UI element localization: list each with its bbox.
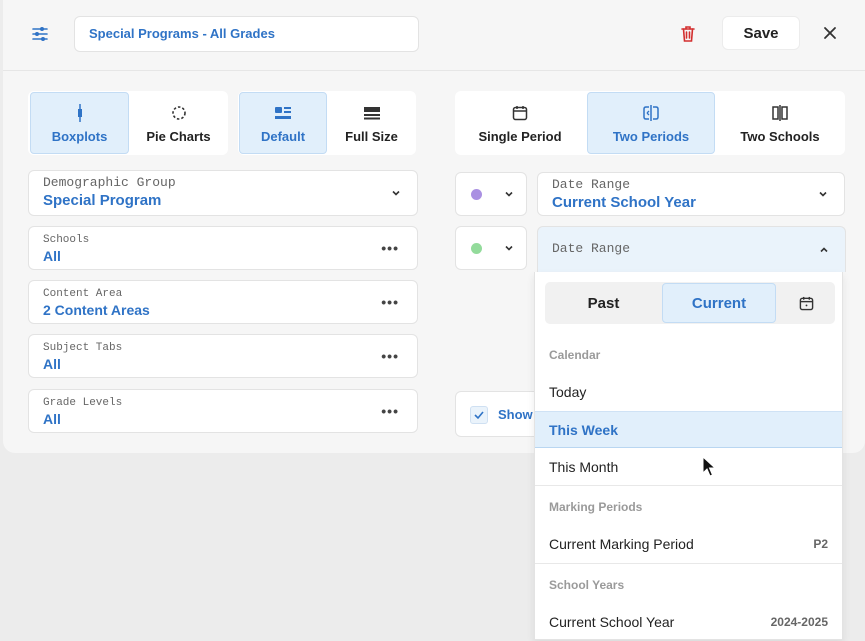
schools-label: Schools: [43, 234, 90, 246]
option-today-label: Today: [549, 384, 587, 400]
schools-field[interactable]: Schools All •••: [28, 226, 418, 270]
close-icon[interactable]: [823, 26, 837, 40]
tab-current-label: Current: [691, 294, 747, 312]
content-area-field[interactable]: Content Area 2 Content Areas •••: [28, 280, 418, 324]
pie-charts-label: Pie Charts: [146, 128, 211, 144]
pie-charts-option[interactable]: Pie Charts: [129, 92, 228, 154]
report-title-input[interactable]: Special Programs - All Grades: [74, 16, 419, 52]
option-current-school-year-label: Current School Year: [549, 614, 675, 630]
calendar-heading: Calendar: [549, 348, 601, 362]
save-button[interactable]: Save: [722, 16, 800, 50]
demographic-group-value: Special Program: [43, 192, 162, 209]
two-periods-label: Two Periods: [612, 128, 690, 144]
full-size-icon: [363, 103, 381, 123]
option-this-week-label: This Week: [549, 421, 618, 438]
school-years-heading: School Years: [549, 578, 625, 592]
more-icon[interactable]: •••: [381, 294, 399, 310]
more-icon[interactable]: •••: [381, 240, 399, 256]
period-1-date-range[interactable]: Date Range Current School Year: [537, 172, 845, 216]
content-area-value: 2 Content Areas: [43, 302, 150, 318]
single-period-label: Single Period: [478, 128, 562, 144]
option-this-month[interactable]: This Month: [535, 448, 842, 485]
more-icon[interactable]: •••: [381, 348, 399, 364]
grade-levels-field[interactable]: Grade Levels All •••: [28, 389, 418, 433]
default-layout-icon: [274, 103, 292, 123]
divider: [535, 485, 842, 486]
calendar-icon: [799, 296, 813, 310]
subject-tabs-label: Subject Tabs: [43, 342, 123, 354]
header-divider: [3, 70, 865, 71]
tab-custom-calendar[interactable]: [777, 282, 835, 324]
school-year-value: 2024-2025: [770, 615, 828, 629]
option-current-school-year[interactable]: Current School Year 2024-2025: [535, 604, 842, 640]
boxplots-option[interactable]: Boxplots: [30, 92, 129, 154]
period-2-date-range[interactable]: Date Range: [537, 226, 846, 272]
chevron-down-icon: [392, 190, 400, 196]
period-tabs: Past Current: [545, 282, 835, 324]
color-dot-icon: [471, 189, 482, 200]
option-this-month-label: This Month: [549, 458, 619, 475]
subject-tabs-field[interactable]: Subject Tabs All •••: [28, 334, 418, 378]
filter-settings-icon[interactable]: [31, 26, 49, 42]
chart-type-selector: Boxplots Pie Charts: [28, 91, 228, 155]
date-range-label: Date Range: [552, 177, 631, 192]
date-range-dropdown: Past Current Calendar Today This Week Th…: [534, 272, 843, 640]
delete-icon[interactable]: [680, 25, 696, 43]
comparison-selector: Single Period Two Periods Two Schools: [455, 91, 845, 155]
marking-periods-heading: Marking Periods: [549, 500, 643, 514]
split-compare-icon: [642, 103, 660, 123]
calendar-icon: [512, 103, 528, 123]
tab-past[interactable]: Past: [545, 282, 662, 324]
tab-past-label: Past: [587, 294, 620, 312]
period-1-color-picker[interactable]: [455, 172, 527, 216]
mouse-cursor-icon: [702, 455, 718, 478]
date-range-label: Date Range: [552, 241, 631, 256]
two-schools-option[interactable]: Two Schools: [716, 92, 844, 154]
boxplot-icon: [75, 103, 85, 123]
tab-current[interactable]: Current: [662, 283, 776, 323]
chevron-up-icon: [820, 246, 828, 252]
show-option-row[interactable]: Show: [455, 391, 545, 437]
two-periods-option[interactable]: Two Periods: [587, 92, 715, 154]
schools-value: All: [43, 248, 61, 264]
default-size-label: Default: [260, 128, 306, 144]
divider: [535, 563, 842, 564]
chevron-down-icon: [819, 191, 827, 197]
grade-levels-value: All: [43, 411, 61, 427]
size-mode-selector: Default Full Size: [238, 91, 416, 155]
pie-chart-icon: [171, 103, 187, 123]
subject-tabs-value: All: [43, 356, 61, 372]
option-this-week[interactable]: This Week: [535, 411, 842, 448]
content-area-label: Content Area: [43, 288, 123, 300]
grade-levels-label: Grade Levels: [43, 397, 123, 409]
single-period-option[interactable]: Single Period: [456, 92, 584, 154]
option-current-marking-label: Current Marking Period: [549, 536, 694, 552]
date-range-value: Current School Year: [552, 194, 696, 211]
chevron-down-icon: [505, 191, 513, 197]
boxplots-label: Boxplots: [51, 128, 108, 144]
full-size-label: Full Size: [345, 128, 398, 144]
color-dot-icon: [471, 243, 482, 254]
save-label: Save: [743, 24, 779, 42]
two-schools-label: Two Schools: [740, 128, 820, 144]
marking-period-code: P2: [813, 537, 828, 551]
full-size-option[interactable]: Full Size: [327, 92, 416, 154]
demographic-group-label: Demographic Group: [43, 175, 176, 190]
more-icon[interactable]: •••: [381, 403, 399, 419]
demographic-group-select[interactable]: Demographic Group Special Program: [28, 170, 418, 216]
option-today[interactable]: Today: [535, 374, 842, 410]
show-checkbox[interactable]: [470, 406, 488, 424]
compare-schools-icon: [771, 103, 789, 123]
check-icon: [474, 411, 484, 420]
chevron-down-icon: [505, 245, 513, 251]
show-label: Show: [498, 407, 533, 422]
period-2-color-picker[interactable]: [455, 226, 527, 270]
option-current-marking-period[interactable]: Current Marking Period P2: [535, 526, 842, 562]
default-size-option[interactable]: Default: [239, 92, 327, 154]
